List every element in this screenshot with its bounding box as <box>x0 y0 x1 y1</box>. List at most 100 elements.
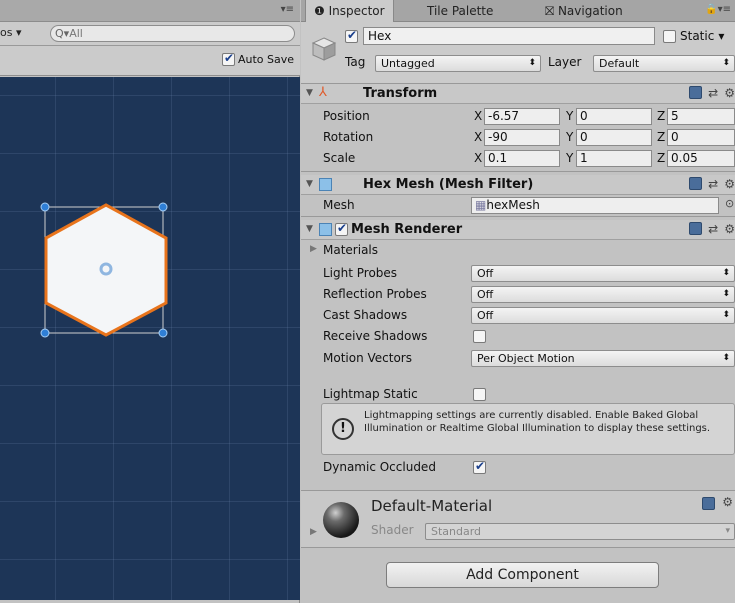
help-book-icon[interactable] <box>702 497 715 510</box>
scene-viewport[interactable] <box>0 77 300 600</box>
reflection-probes-dropdown[interactable]: Off ⬍ <box>471 286 735 303</box>
shader-dropdown[interactable]: Standard ▾ <box>425 523 735 540</box>
mesh-renderer-enabled-checkbox[interactable] <box>335 221 348 236</box>
mesh-filter-header[interactable]: ▼ Hex Mesh (Mesh Filter) ⇄ ⚙ <box>301 175 735 195</box>
static-toggle[interactable]: Static ▾ <box>663 29 724 43</box>
scale-y-field[interactable]: 1 <box>576 150 652 167</box>
axis-x-label: X <box>474 109 483 123</box>
dynamic-occluded-checkbox[interactable] <box>473 459 486 474</box>
scale-x-field[interactable]: 0.1 <box>484 150 560 167</box>
gameobject-name-field[interactable]: Hex <box>363 27 655 45</box>
lightmapping-info-box: ! Lightmapping settings are currently di… <box>321 403 735 455</box>
help-book-icon[interactable] <box>689 222 703 235</box>
gizmos-dropdown[interactable]: os ▾ <box>0 26 21 39</box>
motion-vectors-value: Per Object Motion <box>477 352 575 365</box>
rect-handle-top-left[interactable] <box>40 202 50 212</box>
material-section: ▶ Default-Material Shader Standard ▾ ⚙ <box>301 490 735 548</box>
layer-dropdown[interactable]: Default ⬍ <box>593 55 735 72</box>
reflection-probes-label: Reflection Probes <box>323 287 427 301</box>
preset-icon[interactable]: ⇄ <box>708 86 718 100</box>
inspector-tabbar: ❶ Inspector Tile Palette ⛝ Navigation 🔒▾… <box>301 0 735 22</box>
motion-vectors-label: Motion Vectors <box>323 351 412 365</box>
panel-menu-icon[interactable]: ▾≡ <box>281 4 294 15</box>
mesh-renderer-header[interactable]: ▼ Mesh Renderer ⇄ ⚙ <box>301 220 735 240</box>
dynamic-occluded-label: Dynamic Occluded <box>323 460 436 474</box>
rect-handle-top-right[interactable] <box>158 202 168 212</box>
preset-icon[interactable]: ⇄ <box>708 222 718 236</box>
mesh-filter-component: ▼ Hex Mesh (Mesh Filter) ⇄ ⚙ Mesh ▦hexMe… <box>301 175 735 217</box>
axis-z-label: Z <box>657 130 666 144</box>
rotation-y-field[interactable]: 0 <box>576 129 652 146</box>
axis-y-label: Y <box>566 151 574 165</box>
chevron-icon: ⬍ <box>722 289 730 299</box>
scale-z-field[interactable]: 0.05 <box>667 150 735 167</box>
mesh-label: Mesh <box>323 198 355 212</box>
light-probes-dropdown[interactable]: Off ⬍ <box>471 265 735 282</box>
position-label: Position <box>323 109 370 123</box>
materials-foldout-icon[interactable]: ▶ <box>310 244 317 254</box>
autosave-row: Auto Save <box>0 46 300 76</box>
motion-vectors-dropdown[interactable]: Per Object Motion ⬍ <box>471 350 735 367</box>
preset-icon[interactable]: ⇄ <box>708 177 718 191</box>
hex-shape[interactable] <box>44 203 168 337</box>
auto-save-toggle[interactable]: Auto Save <box>221 51 294 66</box>
chevron-icon: ⬍ <box>722 353 730 363</box>
scale-label: Scale <box>323 151 356 165</box>
lock-icon[interactable]: 🔒▾≡ <box>705 4 731 15</box>
foldout-icon[interactable]: ▼ <box>306 88 313 98</box>
light-probes-value: Off <box>477 267 494 280</box>
search-icon: Q▾ <box>55 27 70 40</box>
material-foldout-icon[interactable]: ▶ <box>310 527 317 537</box>
static-checkbox[interactable] <box>663 29 676 43</box>
cast-shadows-value: Off <box>477 309 494 322</box>
gear-icon[interactable]: ⚙ <box>724 86 735 100</box>
chevron-down-icon: ▾ <box>718 29 725 43</box>
lightmap-static-label: Lightmap Static <box>323 387 418 401</box>
cast-shadows-label: Cast Shadows <box>323 308 408 322</box>
position-x-field[interactable]: -6.57 <box>484 108 560 125</box>
object-picker-icon[interactable]: ⊙ <box>725 197 734 210</box>
chevron-icon: ⬍ <box>528 58 536 68</box>
chevron-icon: ▾ <box>725 526 730 536</box>
axis-z-label: Z <box>657 109 666 123</box>
mesh-renderer-icon <box>319 223 332 236</box>
foldout-icon[interactable]: ▼ <box>306 179 313 189</box>
gameobject-active-checkbox[interactable] <box>345 28 358 43</box>
tab-navigation[interactable]: ⛝ Navigation <box>537 0 631 22</box>
gear-icon[interactable]: ⚙ <box>722 495 733 509</box>
auto-save-checkbox[interactable] <box>221 51 235 66</box>
rotation-z-field[interactable]: 0 <box>667 129 735 146</box>
tab-navigation-label: Navigation <box>557 4 623 18</box>
rect-handle-bottom-right[interactable] <box>158 328 168 338</box>
help-book-icon[interactable] <box>689 177 703 190</box>
rect-handle-bottom-left[interactable] <box>40 328 50 338</box>
gear-icon[interactable]: ⚙ <box>724 177 735 191</box>
axis-y-label: Y <box>566 109 574 123</box>
unity-editor: ▾≡ os ▾ Q▾All Auto Save <box>0 0 735 603</box>
layer-label: Layer <box>548 55 582 69</box>
cast-shadows-dropdown[interactable]: Off ⬍ <box>471 307 735 324</box>
tab-tile-palette[interactable]: Tile Palette <box>419 0 501 22</box>
materials-label[interactable]: Materials <box>323 241 378 259</box>
scene-panel: ▾≡ os ▾ Q▾All Auto Save <box>0 0 300 603</box>
transform-header[interactable]: ▼ ⅄ Transform ⇄ ⚙ <box>301 84 735 104</box>
axis-x-label: X <box>474 130 483 144</box>
help-book-icon[interactable] <box>689 86 703 99</box>
axis-z-label: Z <box>657 151 666 165</box>
chevron-icon: ⬍ <box>722 58 730 68</box>
add-component-button[interactable]: Add Component <box>386 562 659 588</box>
rotation-x-field[interactable]: -90 <box>484 129 560 146</box>
tag-dropdown[interactable]: Untagged ⬍ <box>375 55 541 72</box>
mesh-field[interactable]: ▦hexMesh <box>471 197 719 214</box>
scene-search-input[interactable]: Q▾All <box>50 25 295 42</box>
gear-icon[interactable]: ⚙ <box>724 222 735 236</box>
position-z-field[interactable]: 5 <box>667 108 735 125</box>
static-label: Static <box>680 29 715 43</box>
axis-x-label: X <box>474 151 483 165</box>
tab-inspector[interactable]: ❶ Inspector <box>305 0 394 22</box>
mesh-filter-icon <box>319 178 332 191</box>
lightmap-static-checkbox[interactable] <box>473 388 486 401</box>
receive-shadows-checkbox[interactable] <box>473 330 486 343</box>
position-y-field[interactable]: 0 <box>576 108 652 125</box>
foldout-icon[interactable]: ▼ <box>306 224 313 234</box>
